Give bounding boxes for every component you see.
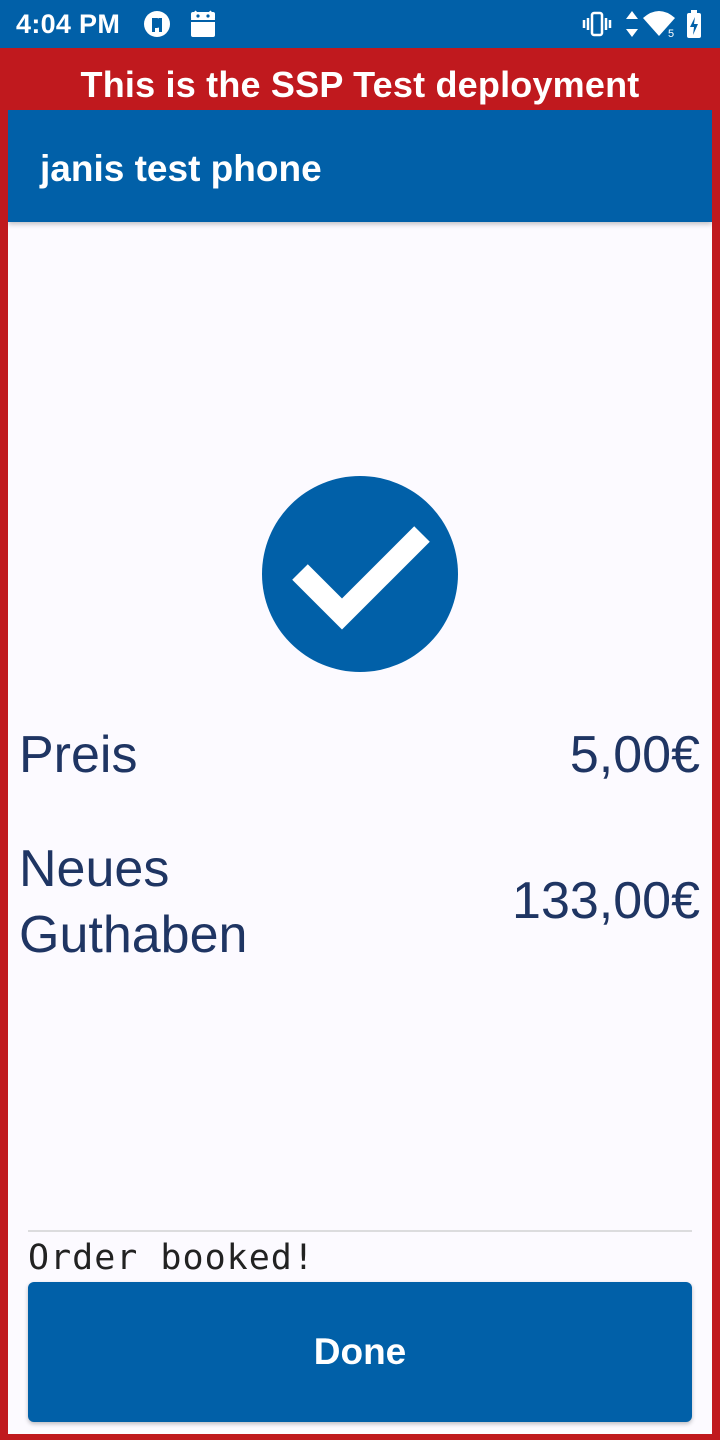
check-circle-icon <box>262 476 458 672</box>
divider <box>28 1230 692 1232</box>
status-system-icons: 5 <box>580 9 710 39</box>
price-value: 5,00€ <box>569 726 700 784</box>
svg-text:5: 5 <box>668 28 674 39</box>
done-button[interactable]: Done <box>28 1282 692 1422</box>
new-balance-label: Neues Guthaben <box>19 840 248 964</box>
order-status-message: Order booked! <box>28 1238 315 1278</box>
app-bar-title: janis test phone <box>40 148 322 189</box>
battery-charging-icon <box>687 10 701 38</box>
status-bar: 4:04 PM 5 <box>0 0 720 48</box>
app-notification-icon <box>144 11 170 37</box>
price-label: Preis <box>19 726 138 784</box>
app-window: janis test phone Preis 5,00€ Neues Gutha… <box>8 110 712 1434</box>
app-bar: janis test phone <box>8 110 712 222</box>
status-time: 4:04 PM <box>16 9 121 39</box>
vibrate-icon <box>582 11 612 37</box>
data-arrows-icon <box>626 11 638 37</box>
new-balance-value: 133,00€ <box>512 872 700 930</box>
wifi-icon: 5 <box>643 11 675 39</box>
deployment-banner: This is the SSP Test deployment <box>80 64 640 105</box>
android-debug-icon <box>191 10 215 37</box>
